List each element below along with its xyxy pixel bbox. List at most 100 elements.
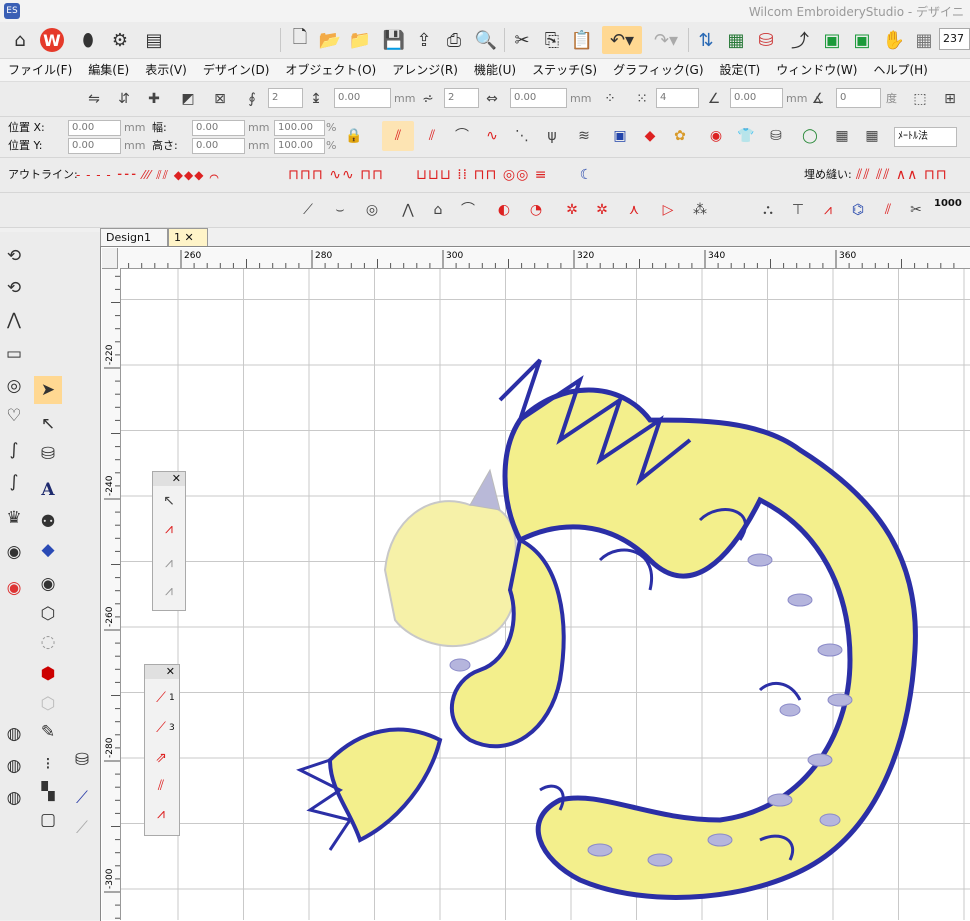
picture-frame-icon[interactable]: ▣ (610, 127, 630, 145)
shirt-icon[interactable]: 👕 (736, 127, 756, 145)
method-select[interactable]: ﾒｰﾄﾙ法 (894, 127, 957, 147)
rectangle-icon[interactable]: ▭ (0, 340, 28, 368)
spin-field-3[interactable]: 2 (444, 88, 479, 108)
save-icon[interactable]: 💾 (380, 26, 408, 54)
spin-field-5[interactable]: 4 (656, 88, 699, 108)
menu-item-2[interactable]: 表示(V) (137, 59, 195, 81)
red-hexagon-icon[interactable]: ⬢ (34, 660, 62, 688)
lock-proportion-icon[interactable]: 🔒 (344, 127, 364, 145)
dragon-design[interactable] (121, 269, 970, 920)
copies-icon[interactable]: ⁙ (632, 90, 652, 108)
green-square-icon[interactable]: ▣ (818, 26, 846, 54)
circle-target-icon[interactable]: ◉ (0, 538, 28, 566)
pos-y-field[interactable]: 0.00 (68, 138, 121, 154)
node-square-icon[interactable]: ⌂ (428, 201, 448, 219)
sequence-icon[interactable]: ⇅ (692, 26, 720, 54)
scissors-icon[interactable]: ✂ (906, 201, 926, 219)
arrow-flag-icon[interactable]: ▷ (658, 201, 678, 219)
bridge-icon[interactable]: ⊤ (788, 201, 808, 219)
menu-item-3[interactable]: デザイン(D) (195, 59, 278, 81)
width-field[interactable]: 0.00 (192, 120, 245, 136)
menu-item-10[interactable]: ウィンドウ(W) (768, 59, 865, 81)
coil-icon[interactable]: ⌬ (848, 201, 868, 219)
hoop-icon[interactable]: ⬮ (74, 26, 102, 54)
travel-satin-icon[interactable]: ⫽ (151, 777, 171, 795)
pink-ring-icon[interactable]: ◉ (0, 574, 28, 602)
redo-icon[interactable]: ↷▾ (646, 26, 686, 54)
cut-icon[interactable]: ✂ (508, 26, 536, 54)
pie-icon[interactable]: ◔ (526, 201, 546, 219)
stitch-back-icon[interactable]: ⩘ (159, 554, 179, 572)
travel-run-icon[interactable]: ⇗ (151, 749, 171, 767)
menu-item-1[interactable]: 編集(E) (80, 59, 137, 81)
balls-2-icon[interactable]: ⛁ (68, 746, 96, 774)
menu-item-6[interactable]: 機能(U) (466, 59, 524, 81)
fork-icon[interactable]: ψ (542, 127, 562, 145)
menu-item-0[interactable]: ファイル(F) (0, 59, 80, 81)
text-tool-icon[interactable]: A (34, 476, 62, 504)
height-field[interactable]: 0.00 (192, 138, 245, 154)
horizontal-ruler[interactable]: 260 280 300 320 340 360 (117, 248, 970, 269)
shapes-tool-icon[interactable]: ♡ (0, 402, 28, 430)
dots-icon[interactable]: ⁝ (34, 750, 62, 778)
connect-icon[interactable]: ⚙ (106, 26, 134, 54)
select-arrow-icon[interactable]: ➤ (34, 376, 62, 404)
export-icon[interactable]: ⇪ (410, 26, 438, 54)
menu-item-11[interactable]: ヘルプ(H) (865, 59, 935, 81)
zoom-field[interactable]: 237 (939, 28, 970, 50)
checker-icon[interactable]: ▚ (34, 778, 62, 806)
menu-item-7[interactable]: ステッチ(S) (524, 59, 605, 81)
circle-tool-2-icon[interactable]: ◍ (0, 752, 28, 780)
contour-icon[interactable]: ∿ (482, 127, 502, 145)
wilcom-logo-button[interactable]: W (38, 26, 66, 54)
hand-icon[interactable]: ✋ (880, 26, 908, 54)
grey-hexagon-icon[interactable]: ⬡ (34, 690, 62, 718)
close-flyout-icon[interactable]: ✕ (153, 472, 185, 486)
skew-icon[interactable]: ◩ (178, 90, 198, 108)
grid-icon[interactable]: ▦ (832, 127, 852, 145)
circle-tool-1-icon[interactable]: ◍ (0, 720, 28, 748)
tab-1[interactable]: 1 ✕ (168, 228, 208, 246)
reshape-ring-icon[interactable]: ◎ (362, 201, 382, 219)
node-path-red-icon[interactable]: ⋏ (624, 201, 644, 219)
tab-design1[interactable]: Design1 (100, 228, 168, 246)
spin-field-2[interactable]: 0.00 (334, 88, 391, 108)
freehand-icon[interactable]: ∫ (0, 436, 28, 464)
wheel-icon[interactable]: ✲ (562, 201, 582, 219)
center-icon[interactable]: ✚ (144, 90, 164, 108)
polyline-icon[interactable]: ⋀ (0, 306, 28, 334)
stitch-select-icon[interactable]: ⩘ (159, 520, 179, 538)
pos-x-field[interactable]: 0.00 (68, 120, 121, 136)
horizontal-space-icon[interactable]: ⇔ (482, 90, 502, 108)
fish-icon[interactable]: ≋ (574, 127, 594, 145)
colors-icon[interactable]: ⛁ (752, 26, 780, 54)
appliqué-icon[interactable]: ◉ (706, 127, 726, 145)
ruler-corner[interactable] (102, 248, 118, 269)
close-tab-icon[interactable]: ✕ (185, 231, 194, 244)
square-tool-icon[interactable]: ▢ (34, 806, 62, 834)
mirror-v-icon[interactable]: ⇵ (114, 90, 134, 108)
undo-icon[interactable]: ↶▾ (602, 26, 642, 54)
wand-icon[interactable]: ⟋ (68, 814, 96, 842)
angle-step-icon[interactable]: ∠ (704, 90, 724, 108)
print-preview-icon[interactable]: 🔍 (472, 26, 500, 54)
radio-icon[interactable]: ◉ (34, 570, 62, 598)
crown-icon[interactable]: ♛ (0, 504, 28, 532)
scale-w-field[interactable]: 100.00 (274, 120, 325, 136)
spin-field-4[interactable]: 0.00 (510, 88, 567, 108)
knife-icon[interactable]: ◐ (494, 201, 514, 219)
travel-3-icon[interactable]: ⟋ (151, 719, 171, 737)
team-names-icon[interactable]: ⚉ (34, 508, 62, 536)
print-icon[interactable]: ⎙ (440, 26, 468, 54)
reshape-arc-icon[interactable]: ⌣ (330, 201, 350, 219)
crescent-icon[interactable]: ☾ (576, 166, 596, 184)
recent-folder-icon[interactable]: 📁 (346, 26, 374, 54)
bezier-icon[interactable]: ⟲ (0, 242, 28, 270)
node-edit-icon[interactable]: ⋀ (398, 201, 418, 219)
distribute-icon[interactable]: ⁘ (600, 90, 620, 108)
open-folder-icon[interactable]: 📂 (316, 26, 344, 54)
hexagon-icon[interactable]: ⬡ (34, 600, 62, 628)
travel-zigzag-icon[interactable]: ⩘ (151, 805, 171, 823)
outline-styles-icon[interactable]: - - - - ⁃⁃⁃ ⁄⁄⁄ ⫽⫽ ◆◆◆ ⌒ (76, 166, 256, 184)
mirror-h-icon[interactable]: ⇋ (84, 90, 104, 108)
